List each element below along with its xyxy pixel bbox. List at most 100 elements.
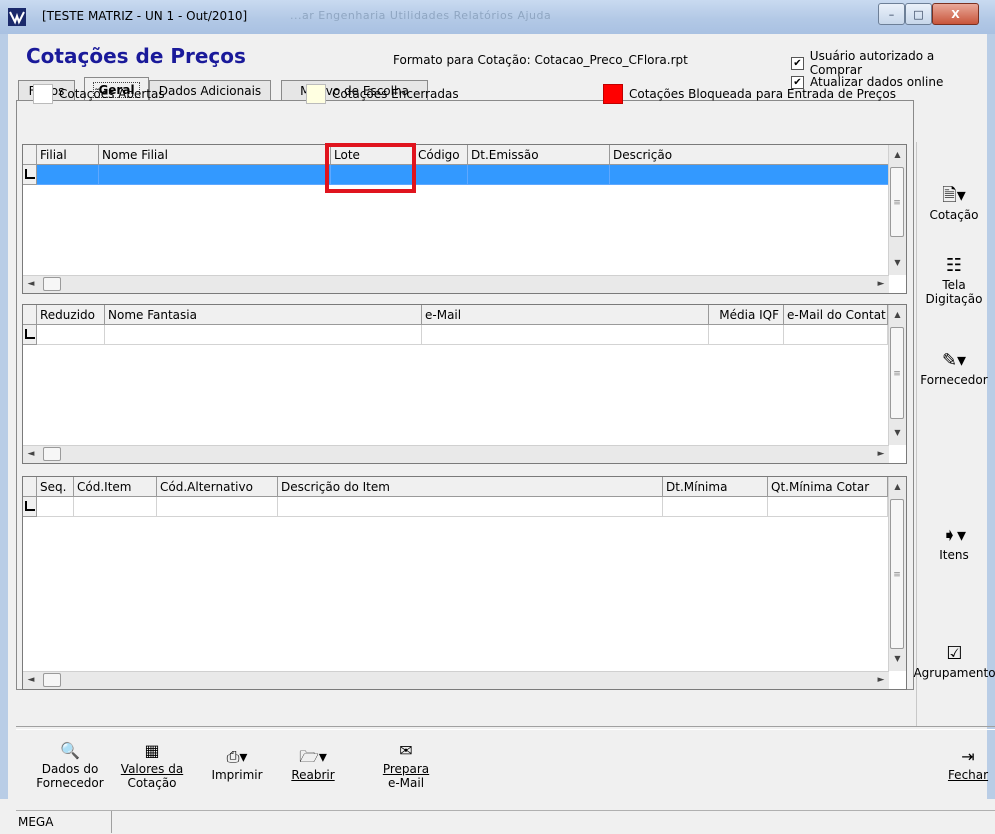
cell[interactable] xyxy=(74,497,157,517)
col-descricao-item[interactable]: Descrição do Item xyxy=(278,477,663,497)
horizontal-scrollbar[interactable]: ◄ ► xyxy=(23,445,889,463)
cell[interactable] xyxy=(99,165,331,185)
col-reduzido[interactable]: Reduzido xyxy=(37,305,105,325)
scroll-right-icon[interactable]: ► xyxy=(873,672,889,689)
cell[interactable] xyxy=(105,325,422,345)
col-email-contato[interactable]: e-Mail do Contat xyxy=(784,305,888,325)
legend-swatch-encerradas xyxy=(306,84,326,104)
cell[interactable] xyxy=(784,325,888,345)
cell[interactable] xyxy=(37,165,99,185)
col-filial[interactable]: Filial xyxy=(37,145,99,165)
table-row[interactable] xyxy=(23,325,888,345)
authorized-buyer-checkbox[interactable]: ✔ Usuário autorizado a Comprar xyxy=(791,49,987,77)
fechar-label: Fechar xyxy=(947,768,989,782)
scroll-right-icon[interactable]: ► xyxy=(873,446,889,463)
cell[interactable] xyxy=(37,497,74,517)
vertical-scrollbar[interactable]: ▲ ≡ ▼ xyxy=(888,305,906,445)
prepara-email-button[interactable]: ✉ Prepara e-Mail xyxy=(376,740,436,790)
row-indicator-icon xyxy=(23,325,37,345)
background-menu-ghost: ...ar Engenharia Utilidades Relatórios A… xyxy=(290,9,552,22)
col-qt-minima-cotar[interactable]: Qt.Mínima Cotar xyxy=(768,477,888,497)
suppliers-grid[interactable]: Reduzido Nome Fantasia e-Mail Média IQF … xyxy=(22,304,907,464)
scroll-thumb[interactable] xyxy=(43,447,61,461)
scroll-down-icon[interactable]: ▼ xyxy=(889,425,906,441)
scroll-up-icon[interactable]: ▲ xyxy=(889,479,906,495)
cell[interactable] xyxy=(415,165,468,185)
scroll-up-icon[interactable]: ▲ xyxy=(889,307,906,323)
scroll-thumb[interactable]: ≡ xyxy=(890,167,904,237)
cell[interactable] xyxy=(610,165,889,185)
legend-label: Cotações Bloqueada para Entrada de Preço… xyxy=(629,87,896,101)
col-dt-emissao[interactable]: Dt.Emissão xyxy=(468,145,610,165)
quotations-grid[interactable]: Filial Nome Filial Lote Código Dt.Emissã… xyxy=(22,144,907,294)
cotacao-label: Cotação xyxy=(127,776,177,790)
horizontal-scrollbar[interactable]: ◄ ► xyxy=(23,275,889,293)
items-grid[interactable]: Seq. Cód.Item Cód.Alternativo Descrição … xyxy=(22,476,907,690)
email-label: e-Mail xyxy=(387,776,425,790)
agrupamento-button[interactable]: ☑ Agrupamento xyxy=(906,642,995,680)
scroll-thumb[interactable] xyxy=(43,673,61,687)
col-cod-item[interactable]: Cód.Item xyxy=(74,477,157,497)
col-media-iqf[interactable]: Média IQF xyxy=(709,305,784,325)
scroll-left-icon[interactable]: ◄ xyxy=(23,446,39,463)
close-button[interactable]: X xyxy=(932,3,979,25)
itens-button[interactable]: ➧▾ Itens xyxy=(913,524,995,562)
col-nome-fantasia[interactable]: Nome Fantasia xyxy=(105,305,422,325)
col-seq[interactable]: Seq. xyxy=(37,477,74,497)
imprimir-button[interactable]: ⎙▾ Imprimir xyxy=(202,746,272,782)
scroll-down-icon[interactable]: ▼ xyxy=(889,255,906,271)
reabrir-button[interactable]: 🗁▾ Reabrir xyxy=(283,746,343,782)
highlight-annotation xyxy=(325,143,416,193)
cell[interactable] xyxy=(422,325,709,345)
scroll-left-icon[interactable]: ◄ xyxy=(23,276,39,293)
grid-header: Reduzido Nome Fantasia e-Mail Média IQF … xyxy=(23,305,888,325)
table-row[interactable] xyxy=(23,497,888,517)
scroll-left-icon[interactable]: ◄ xyxy=(23,672,39,689)
table-row-selected[interactable] xyxy=(23,165,889,185)
status-company: MEGA xyxy=(16,811,112,833)
dados-fornecedor-button[interactable]: 🔍 Dados do Fornecedor xyxy=(30,740,110,790)
form-entry-icon: ☷ xyxy=(945,255,963,276)
scroll-right-icon[interactable]: ► xyxy=(873,276,889,293)
scroll-thumb[interactable]: ≡ xyxy=(890,327,904,419)
cell[interactable] xyxy=(768,497,888,517)
status-bar: MEGA xyxy=(16,810,995,834)
col-cod-alternativo[interactable]: Cód.Alternativo xyxy=(157,477,278,497)
horizontal-scrollbar[interactable]: ◄ ► xyxy=(23,671,889,689)
checkbox-checked-icon[interactable]: ✔ xyxy=(791,56,804,70)
col-descricao[interactable]: Descrição xyxy=(610,145,889,165)
scroll-thumb[interactable] xyxy=(43,277,61,291)
col-email[interactable]: e-Mail xyxy=(422,305,709,325)
cell[interactable] xyxy=(468,165,610,185)
folder-open-icon: 🗁▾ xyxy=(299,747,327,766)
supplier-icon: ✎▾ xyxy=(941,350,967,371)
cell[interactable] xyxy=(37,325,105,345)
vertical-scrollbar[interactable]: ▲ ≡ ▼ xyxy=(888,145,906,275)
scroll-up-icon[interactable]: ▲ xyxy=(889,147,906,163)
scroll-down-icon[interactable]: ▼ xyxy=(889,651,906,667)
cell[interactable] xyxy=(157,497,278,517)
page-title: Cotações de Preços xyxy=(26,44,246,68)
tela-digitacao-button[interactable]: ☷ Tela Digitação xyxy=(913,254,995,306)
col-nome-filial[interactable]: Nome Filial xyxy=(99,145,331,165)
col-dt-minima[interactable]: Dt.Mínima xyxy=(663,477,768,497)
scroll-thumb[interactable]: ≡ xyxy=(890,499,904,649)
fechar-button[interactable]: ⇥ Fechar xyxy=(938,746,995,782)
vertical-scrollbar[interactable]: ▲ ≡ ▼ xyxy=(888,477,906,671)
tab-dados-adicionais[interactable]: Dados Adicionais xyxy=(149,80,271,101)
cell[interactable] xyxy=(709,325,784,345)
checklist-icon: ☑ xyxy=(946,643,963,664)
cotacao-button[interactable]: 🗎▾ Cotação xyxy=(913,184,995,222)
legend-abertas: Cotações Abertas xyxy=(33,84,165,104)
cell[interactable] xyxy=(663,497,768,517)
dados-label: Dados do xyxy=(41,762,99,776)
fornecedor-button[interactable]: ✎▾ Fornecedor xyxy=(913,349,995,387)
valores-cotacao-button[interactable]: ▦ Valores da Cotação xyxy=(116,740,188,790)
row-indicator-header xyxy=(23,477,37,497)
grid-header: Filial Nome Filial Lote Código Dt.Emissã… xyxy=(23,145,889,165)
cotacao-label: Cotação xyxy=(929,208,979,222)
maximize-button[interactable]: □ xyxy=(905,3,932,25)
cell[interactable] xyxy=(278,497,663,517)
minimize-button[interactable]: – xyxy=(878,3,905,25)
col-codigo[interactable]: Código xyxy=(415,145,468,165)
